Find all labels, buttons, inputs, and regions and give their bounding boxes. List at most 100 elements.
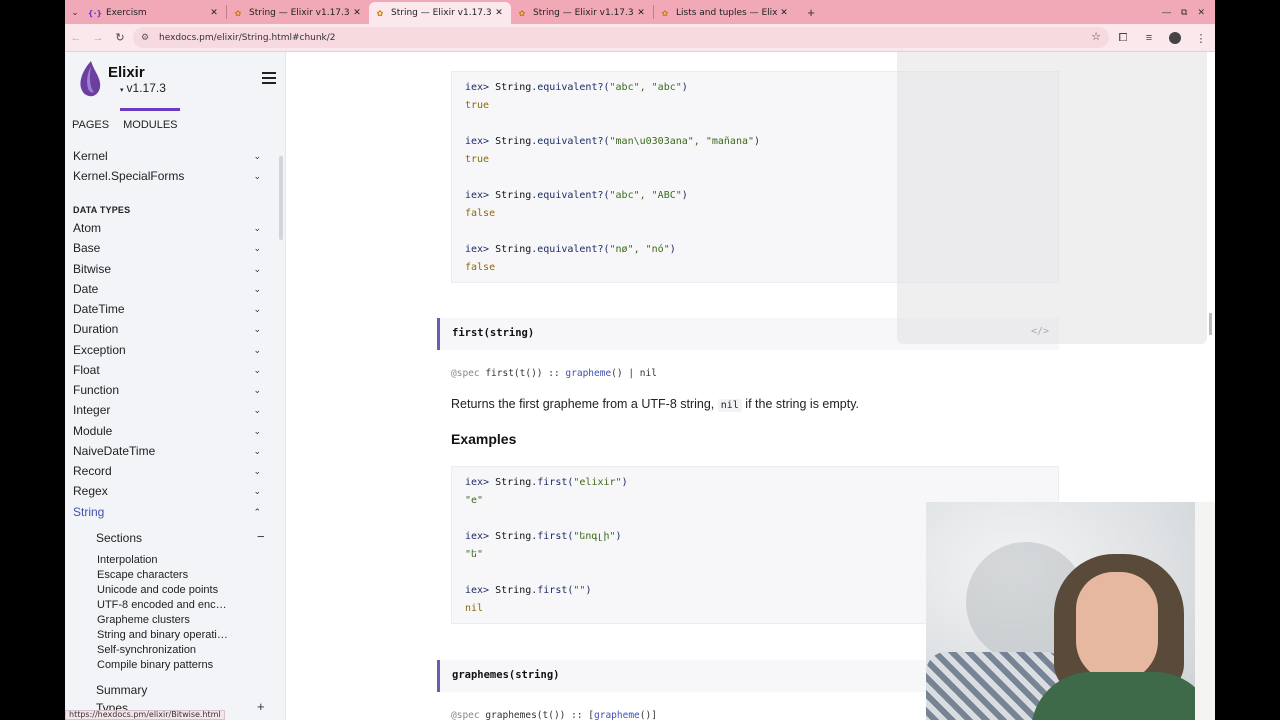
chevron-down-icon[interactable]: ⌄ <box>253 259 261 279</box>
code-output: false <box>465 208 496 219</box>
profile-avatar-icon[interactable] <box>1165 27 1185 49</box>
section-link[interactable]: Interpolation <box>97 554 158 566</box>
chevron-down-icon[interactable]: ⌄ <box>253 360 261 380</box>
typespec-link[interactable]: grapheme <box>565 368 611 379</box>
sidebar-tabs: PAGES MODULES <box>72 108 192 132</box>
menu-kebab-icon[interactable]: ⋮ <box>1191 27 1211 49</box>
project-title[interactable]: Elixir <box>108 64 145 81</box>
minimize-icon[interactable]: — <box>1162 7 1171 18</box>
code-output: "e" <box>465 495 484 506</box>
version-label: v1.17.3 <box>126 81 166 95</box>
tab-pages[interactable]: PAGES <box>72 118 109 132</box>
sidebar-item-exception[interactable]: Exception ⌄ <box>65 340 275 360</box>
section-link[interactable]: Self-synchronization <box>97 644 196 656</box>
new-tab-plus-icon[interactable]: + <box>802 5 820 20</box>
chevron-down-icon[interactable]: ⌄ <box>253 340 261 360</box>
close-tab-icon[interactable]: ✕ <box>778 8 790 18</box>
reload-icon[interactable]: ↻ <box>109 27 131 49</box>
section-link[interactable]: String and binary operati… <box>97 629 228 641</box>
sidebar-item-module[interactable]: Module ⌄ <box>65 421 275 441</box>
webcam-person-face <box>1076 572 1158 682</box>
forward-arrow-icon[interactable]: → <box>87 27 109 49</box>
sidebar-item-regex[interactable]: Regex ⌄ <box>65 481 275 501</box>
close-tab-icon[interactable]: ✕ <box>635 8 647 18</box>
chevron-down-icon[interactable]: ⌄ <box>253 441 261 461</box>
sidebar-summary-link[interactable]: Summary <box>96 683 147 697</box>
sidebar-item-float[interactable]: Float ⌄ <box>65 360 275 380</box>
media-controls-icon[interactable]: ≡ <box>1139 27 1159 49</box>
section-link[interactable]: Compile binary patterns <box>97 659 213 671</box>
chevron-down-icon[interactable]: ⌄ <box>253 421 261 441</box>
sidebar: Elixir ▾ v1.17.3 PAGES MODULES Kernel ⌄ Ke… <box>65 52 286 720</box>
chevron-down-icon[interactable]: ⌄ <box>253 380 261 400</box>
window-close-icon[interactable]: ✕ <box>1197 7 1205 18</box>
tab-string-1[interactable]: ✿ String — Elixir v1.17.3 ✕ <box>227 2 369 24</box>
tab-string-active[interactable]: ✿ String — Elixir v1.17.3 ✕ <box>369 2 511 24</box>
section-link[interactable]: Grapheme clusters <box>97 614 190 626</box>
chevron-down-icon[interactable]: ⌄ <box>253 218 261 238</box>
code-line: iex> String.equivalent?("abc", "ABC") <box>465 190 688 201</box>
chevron-down-icon[interactable]: ⌄ <box>253 400 261 420</box>
code-line: iex> String.first("") <box>465 585 592 596</box>
webcam-video <box>926 502 1215 720</box>
maximize-icon[interactable]: ⧉ <box>1181 7 1187 18</box>
sidebar-item-kernel-specialforms[interactable]: Kernel.SpecialForms ⌄ <box>65 166 275 186</box>
chevron-down-icon[interactable]: ⌄ <box>253 279 261 299</box>
sidebar-scrollbar[interactable] <box>279 156 283 240</box>
code-output: "ե" <box>465 549 484 560</box>
chevron-down-icon[interactable]: ⌄ <box>253 481 261 501</box>
chevron-down-icon[interactable]: ⌄ <box>253 461 261 481</box>
version-dropdown[interactable]: ▾ v1.17.3 <box>120 81 166 95</box>
code-line: iex> String.equivalent?("abc", "abc") <box>465 82 688 93</box>
function-title[interactable]: first(string) <box>452 327 534 339</box>
tab-exercism[interactable]: {·} Exercism ✕ <box>84 2 226 24</box>
caret-down-icon: ▾ <box>120 87 124 94</box>
brand <box>77 60 103 98</box>
sidebar-item-record[interactable]: Record ⌄ <box>65 461 275 481</box>
bookmark-star-icon[interactable]: ☆ <box>1091 30 1101 43</box>
tab-title: Exercism <box>106 8 147 18</box>
function-title[interactable]: graphemes(string) <box>452 669 559 681</box>
close-tab-icon[interactable]: ✕ <box>351 8 363 18</box>
chevron-down-icon[interactable]: ⌄ <box>253 146 261 166</box>
close-tab-icon[interactable]: ✕ <box>208 8 220 18</box>
typespec-link[interactable]: grapheme <box>594 710 640 720</box>
sidebar-item-kernel[interactable]: Kernel ⌄ <box>65 146 275 166</box>
expand-plus-icon[interactable]: + <box>257 699 265 714</box>
collapse-minus-icon[interactable]: − <box>257 529 265 544</box>
address-bar[interactable]: ⚙ hexdocs.pm/elixir/String.html#chunk/2 … <box>133 27 1109 48</box>
chevron-up-icon[interactable]: ⌃ <box>253 502 261 522</box>
chevron-down-icon[interactable]: ⌄ <box>253 299 261 319</box>
site-info-icon[interactable]: ⚙ <box>141 33 153 43</box>
back-arrow-icon[interactable]: ← <box>65 27 87 49</box>
sidebar-item-duration[interactable]: Duration ⌄ <box>65 319 275 339</box>
sidebar-item-atom[interactable]: Atom ⌄ <box>65 218 275 238</box>
tab-list-chevron-icon[interactable]: ⌄ <box>66 3 84 21</box>
chevron-down-icon[interactable]: ⌄ <box>253 319 261 339</box>
main-scrollbar[interactable] <box>1209 313 1212 335</box>
tab-string-3[interactable]: ✿ String — Elixir v1.17.3 ✕ <box>511 2 653 24</box>
sidebar-item-base[interactable]: Base ⌄ <box>65 238 275 258</box>
sidebar-item-naivedatetime[interactable]: NaiveDateTime ⌄ <box>65 441 275 461</box>
sidebar-item-integer[interactable]: Integer ⌄ <box>65 400 275 420</box>
sidebar-item-function[interactable]: Function ⌄ <box>65 380 275 400</box>
toolbar-right-tools: ⧠ ≡ ⋮ <box>1113 27 1211 49</box>
sidebar-item-datetime[interactable]: DateTime ⌄ <box>65 299 275 319</box>
sidebar-item-bitwise[interactable]: Bitwise ⌄ <box>65 259 275 279</box>
tab-modules[interactable]: MODULES <box>123 118 177 132</box>
window-controls: — ⧉ ✕ <box>1162 7 1215 18</box>
chevron-down-icon[interactable]: ⌄ <box>253 166 261 186</box>
chevron-down-icon[interactable]: ⌄ <box>253 238 261 258</box>
tab-lists-tuples[interactable]: ✿ Lists and tuples — Elixir v ✕ <box>654 2 796 24</box>
active-tab-indicator <box>120 108 180 111</box>
section-link[interactable]: Escape characters <box>97 569 188 581</box>
extensions-icon[interactable]: ⧠ <box>1113 27 1133 49</box>
close-tab-icon[interactable]: ✕ <box>493 8 505 18</box>
hamburger-menu-icon[interactable] <box>262 72 276 87</box>
sidebar-item-date[interactable]: Date ⌄ <box>65 279 275 299</box>
sidebar-item-string[interactable]: String ⌃ <box>65 502 275 522</box>
section-link[interactable]: UTF-8 encoded and enc… <box>97 599 227 611</box>
hexdocs-icon: ✿ <box>234 8 242 18</box>
section-link[interactable]: Unicode and code points <box>97 584 218 596</box>
sidebar-sections-label[interactable]: Sections <box>96 531 142 545</box>
